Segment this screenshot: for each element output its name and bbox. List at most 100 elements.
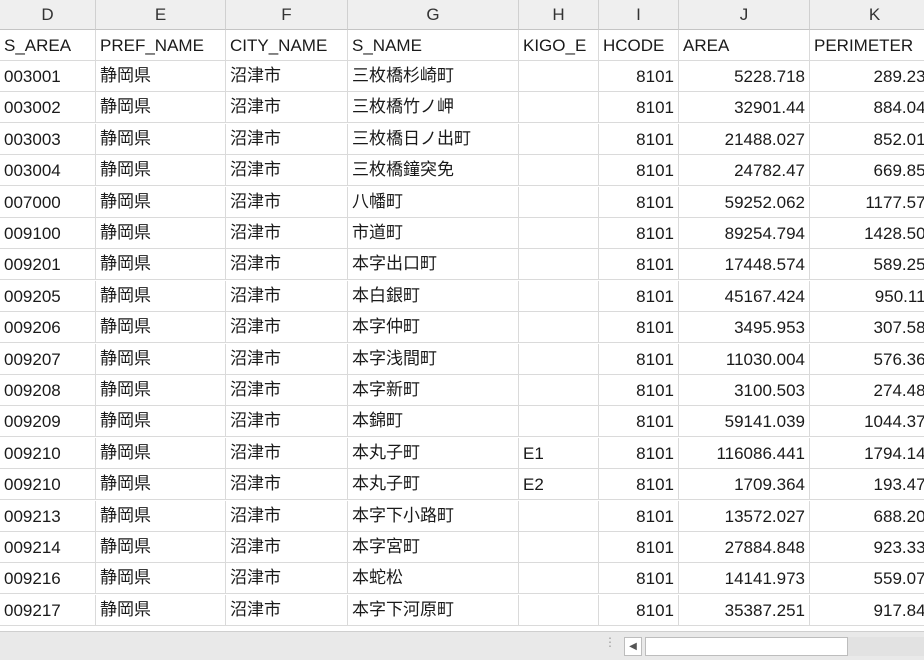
table-cell[interactable]: 8101	[599, 500, 679, 532]
table-cell[interactable]: 1177.575	[810, 187, 924, 218]
table-cell[interactable]: 静岡県	[96, 375, 226, 406]
table-cell[interactable]	[519, 343, 599, 375]
table-cell[interactable]: 589.255	[810, 249, 924, 281]
column-header-e[interactable]: E	[96, 0, 226, 30]
table-cell[interactable]: 本字仲町	[348, 312, 519, 344]
field-name-cell[interactable]: AREA	[679, 30, 810, 61]
table-cell[interactable]	[519, 92, 599, 124]
table-cell[interactable]: 688.208	[810, 501, 924, 532]
table-cell[interactable]: 静岡県	[96, 92, 226, 124]
table-cell[interactable]: 003004	[0, 155, 96, 187]
table-cell[interactable]: 24782.47	[679, 155, 810, 187]
field-name-cell[interactable]: PERIMETER	[810, 30, 924, 61]
field-name-cell[interactable]: S_AREA	[0, 30, 96, 61]
table-cell[interactable]: 沼津市	[226, 249, 348, 281]
table-cell[interactable]	[519, 249, 599, 281]
table-cell[interactable]: 923.339	[810, 532, 924, 563]
table-cell[interactable]: 静岡県	[96, 469, 226, 501]
field-name-cell[interactable]: PREF_NAME	[96, 30, 226, 61]
table-cell[interactable]: 沼津市	[226, 500, 348, 532]
table-cell[interactable]: 3100.503	[679, 375, 810, 406]
table-cell[interactable]: 8101	[599, 312, 679, 344]
table-cell[interactable]: 本字出口町	[348, 249, 519, 281]
table-cell[interactable]: 沼津市	[226, 218, 348, 249]
table-cell[interactable]: 沼津市	[226, 280, 348, 312]
split-grip-icon[interactable]: ⋮	[604, 636, 616, 654]
table-cell[interactable]: 本字新町	[348, 375, 519, 406]
table-cell[interactable]: 009206	[0, 312, 96, 344]
table-cell[interactable]: 静岡県	[96, 312, 226, 344]
table-cell[interactable]: 307.583	[810, 312, 924, 344]
table-cell[interactable]: 009100	[0, 218, 96, 249]
table-cell[interactable]: 三枚橋杉崎町	[348, 61, 519, 92]
table-cell[interactable]: 本蛇松	[348, 563, 519, 595]
table-cell[interactable]: 59141.039	[679, 406, 810, 438]
table-cell[interactable]: 669.851	[810, 155, 924, 187]
table-cell[interactable]: 静岡県	[96, 155, 226, 187]
table-cell[interactable]: 009216	[0, 563, 96, 595]
table-cell[interactable]: 59252.062	[679, 186, 810, 218]
table-cell[interactable]: 8101	[599, 343, 679, 375]
field-name-cell[interactable]: S_NAME	[348, 30, 519, 61]
table-cell[interactable]: 本白銀町	[348, 280, 519, 312]
table-cell[interactable]: 静岡県	[96, 61, 226, 92]
table-cell[interactable]: 003003	[0, 123, 96, 155]
table-cell[interactable]: 本字下小路町	[348, 500, 519, 532]
table-cell[interactable]: 沼津市	[226, 469, 348, 501]
column-header-j[interactable]: J	[679, 0, 810, 30]
scroll-left-button[interactable]: ◀	[624, 637, 642, 656]
table-cell[interactable]: 本字下河原町	[348, 594, 519, 626]
table-cell[interactable]: 35387.251	[679, 594, 810, 626]
table-cell[interactable]: 009217	[0, 594, 96, 626]
table-cell[interactable]: 8101	[599, 155, 679, 187]
table-cell[interactable]: 45167.424	[679, 280, 810, 312]
table-cell[interactable]: 8101	[599, 406, 679, 438]
table-cell[interactable]: 静岡県	[96, 594, 226, 626]
table-cell[interactable]: 8101	[599, 123, 679, 155]
column-header-d[interactable]: D	[0, 0, 96, 30]
table-cell[interactable]	[519, 61, 599, 92]
table-cell[interactable]: 静岡県	[96, 563, 226, 595]
table-cell[interactable]: 559.072	[810, 563, 924, 595]
table-cell[interactable]: 009207	[0, 343, 96, 375]
table-cell[interactable]	[519, 312, 599, 344]
table-cell[interactable]: E1	[519, 437, 599, 469]
table-cell[interactable]: 8101	[599, 437, 679, 469]
table-cell[interactable]: 003002	[0, 92, 96, 124]
table-cell[interactable]	[519, 280, 599, 312]
table-cell[interactable]: 三枚橋日ノ出町	[348, 123, 519, 155]
table-cell[interactable]: 576.366	[810, 344, 924, 375]
table-cell[interactable]: 沼津市	[226, 532, 348, 563]
table-cell[interactable]	[519, 218, 599, 249]
table-cell[interactable]: 八幡町	[348, 186, 519, 218]
table-cell[interactable]: 市道町	[348, 218, 519, 249]
table-cell[interactable]: 静岡県	[96, 249, 226, 281]
table-cell[interactable]: 8101	[599, 92, 679, 124]
table-cell[interactable]: 009214	[0, 532, 96, 563]
table-cell[interactable]: 三枚橋竹ノ岬	[348, 92, 519, 124]
table-cell[interactable]: 沼津市	[226, 437, 348, 469]
table-cell[interactable]: 沼津市	[226, 155, 348, 187]
table-cell[interactable]: 950.116	[810, 281, 924, 312]
table-cell[interactable]: 009208	[0, 375, 96, 406]
table-cell[interactable]: E2	[519, 469, 599, 501]
table-cell[interactable]: 11030.004	[679, 343, 810, 375]
table-cell[interactable]: 8101	[599, 218, 679, 249]
table-cell[interactable]: 5228.718	[679, 61, 810, 92]
table-cell[interactable]: 静岡県	[96, 343, 226, 375]
table-cell[interactable]: 274.487	[810, 375, 924, 406]
field-name-cell[interactable]: CITY_NAME	[226, 30, 348, 61]
table-cell[interactable]: 21488.027	[679, 123, 810, 155]
table-cell[interactable]: 8101	[599, 532, 679, 563]
table-cell[interactable]: 本字宮町	[348, 532, 519, 563]
column-header-i[interactable]: I	[599, 0, 679, 30]
table-cell[interactable]: 8101	[599, 61, 679, 92]
table-cell[interactable]: 009210	[0, 437, 96, 469]
table-cell[interactable]: 沼津市	[226, 123, 348, 155]
table-cell[interactable]: 静岡県	[96, 280, 226, 312]
table-cell[interactable]: 三枚橋鐘突免	[348, 155, 519, 187]
table-cell[interactable]: 007000	[0, 186, 96, 218]
table-cell[interactable]: 沼津市	[226, 375, 348, 406]
table-cell[interactable]: 静岡県	[96, 218, 226, 249]
table-cell[interactable]: 17448.574	[679, 249, 810, 281]
